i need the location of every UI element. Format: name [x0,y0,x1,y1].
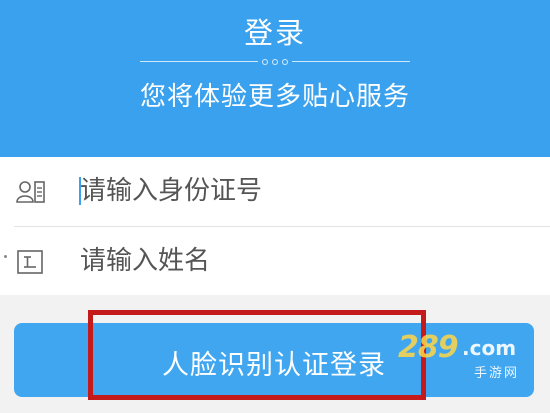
id-number-field[interactable] [0,157,550,225]
watermark-number: 289 [398,330,459,365]
name-input[interactable] [80,239,520,283]
red-highlight-box [88,310,426,400]
name-field[interactable] [0,227,550,295]
page-title: 登录 [243,16,306,50]
ornament-circle [262,59,268,65]
id-number-input[interactable] [80,169,520,213]
watermark-domain: .com [462,336,517,360]
name-field-icon [16,249,46,275]
divider-line-left [140,61,258,62]
divider-ornament [260,57,290,67]
page-subtitle: 您将体验更多贴心服务 [139,82,410,112]
ornament-circle [282,59,288,65]
login-form [0,157,550,295]
divider-line-right [292,61,410,62]
stray-dot [4,255,7,258]
ornament-circle [272,59,278,65]
login-screen: 登录 您将体验更多贴心服务 请输入身份证号 请输入姓名 人脸识别认证登录 289… [0,0,550,413]
site-watermark: 289 .com 手游网 [398,330,538,390]
id-card-icon [16,179,46,205]
title-divider [140,57,410,67]
watermark-text: 手游网 [474,366,520,381]
header-banner: 登录 您将体验更多贴心服务 [0,0,550,157]
